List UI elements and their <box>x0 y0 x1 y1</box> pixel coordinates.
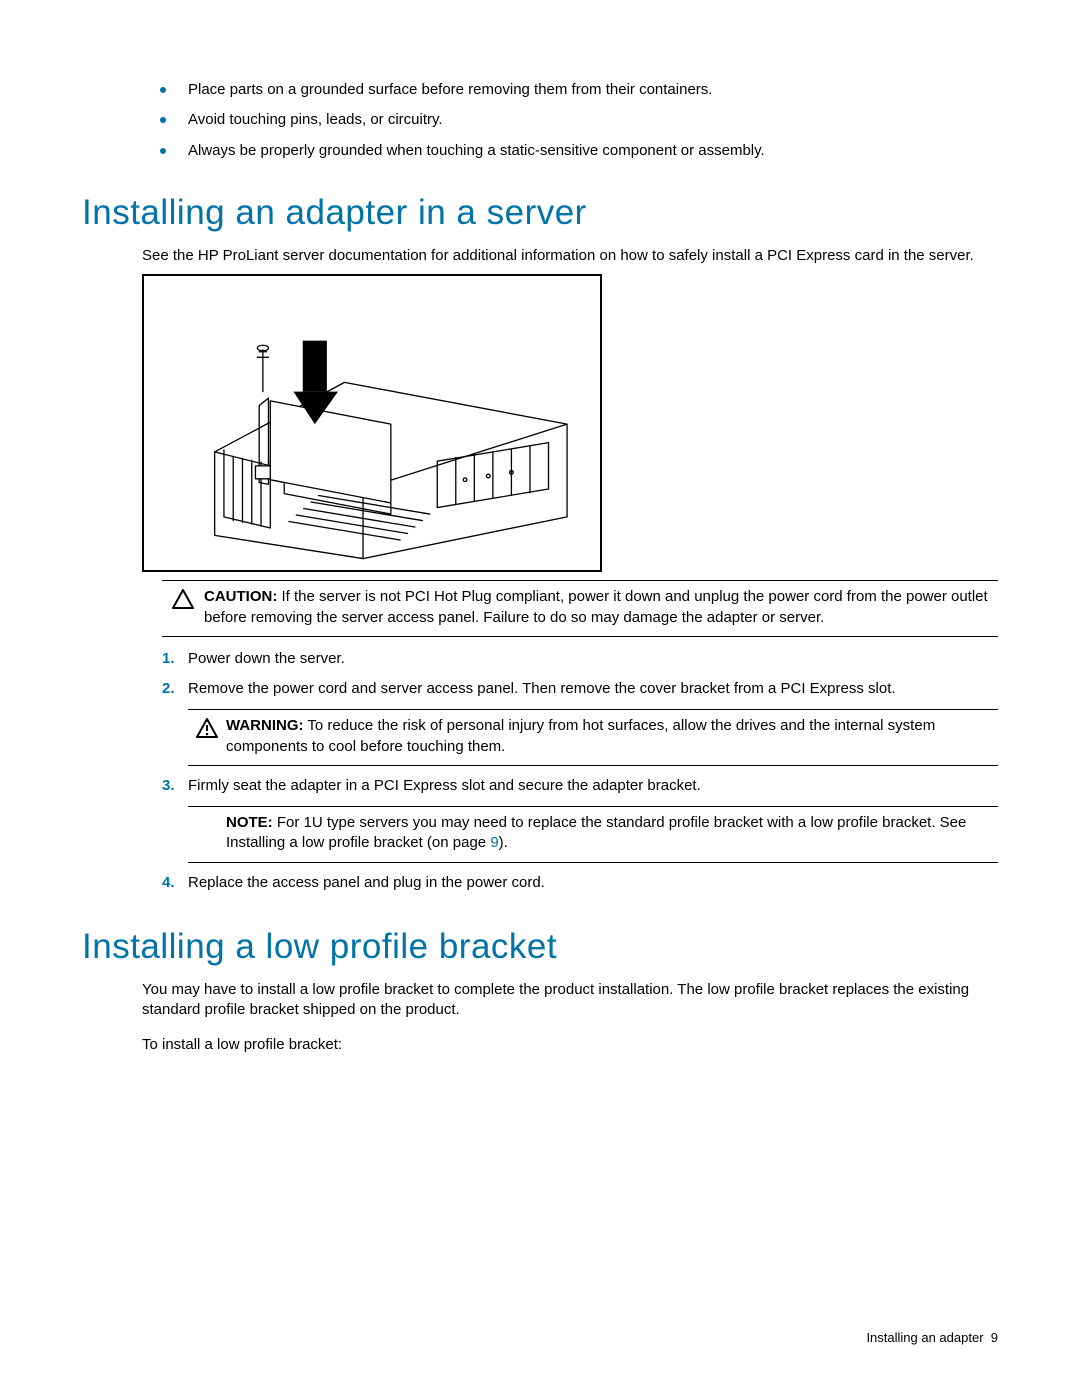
warning-icon <box>188 716 226 738</box>
caution-label: CAUTION: <box>204 588 277 605</box>
page-footer: Installing an adapter 9 <box>866 1329 998 1347</box>
caution-icon <box>162 587 204 609</box>
step-text: Remove the power cord and server access … <box>188 679 998 699</box>
warning-text: To reduce the risk of personal injury fr… <box>226 717 935 754</box>
warning-notice: WARNING: To reduce the risk of personal … <box>188 709 998 766</box>
step-number: 1. <box>162 649 182 669</box>
bullet-text: Avoid touching pins, leads, or circuitry… <box>188 110 443 130</box>
list-item: Avoid touching pins, leads, or circuitry… <box>160 110 998 130</box>
section2-p2: To install a low profile bracket: <box>142 1035 998 1055</box>
footer-page-number: 9 <box>991 1330 998 1345</box>
note-icon-spacer <box>188 813 226 815</box>
step-1: 1. Power down the server. <box>162 649 998 669</box>
server-diagram-icon <box>158 285 587 561</box>
section-heading-install-adapter: Installing an adapter in a server <box>82 189 998 236</box>
list-item: Place parts on a grounded surface before… <box>160 80 998 100</box>
step-text: Replace the access panel and plug in the… <box>182 873 998 893</box>
bullet-text: Place parts on a grounded surface before… <box>188 80 712 100</box>
section-heading-low-profile: Installing a low profile bracket <box>82 923 998 970</box>
step-number: 3. <box>162 776 182 796</box>
adapter-install-illustration <box>142 274 602 572</box>
step-number: 2. <box>162 679 182 699</box>
bullet-icon <box>160 87 166 93</box>
step-text: Power down the server. <box>182 649 998 669</box>
caution-text: If the server is not PCI Hot Plug compli… <box>204 588 988 625</box>
intro-bullet-list: Place parts on a grounded surface before… <box>160 80 998 161</box>
step-2: 2. Remove the power cord and server acce… <box>162 679 998 766</box>
note-notice: NOTE: For 1U type servers you may need t… <box>188 806 998 863</box>
step-number: 4. <box>162 873 182 893</box>
note-label: NOTE: <box>226 814 273 831</box>
step-3: 3. Firmly seat the adapter in a PCI Expr… <box>162 776 998 863</box>
note-text-before: For 1U type servers you may need to repl… <box>226 814 966 851</box>
step-text: Firmly seat the adapter in a PCI Express… <box>188 776 998 796</box>
caution-notice: CAUTION: If the server is not PCI Hot Pl… <box>162 580 998 637</box>
list-item: Always be properly grounded when touchin… <box>160 141 998 161</box>
bullet-icon <box>160 117 166 123</box>
section2-p1: You may have to install a low profile br… <box>142 980 998 1021</box>
section1-intro: See the HP ProLiant server documentation… <box>142 246 998 266</box>
bullet-icon <box>160 148 166 154</box>
step-4: 4. Replace the access panel and plug in … <box>162 873 998 893</box>
note-text-after: ). <box>499 834 508 851</box>
note-page-link[interactable]: 9 <box>490 834 498 851</box>
bullet-text: Always be properly grounded when touchin… <box>188 141 765 161</box>
install-steps: 1. Power down the server. 2. Remove the … <box>162 649 998 893</box>
footer-title: Installing an adapter <box>866 1330 983 1345</box>
warning-label: WARNING: <box>226 717 304 734</box>
